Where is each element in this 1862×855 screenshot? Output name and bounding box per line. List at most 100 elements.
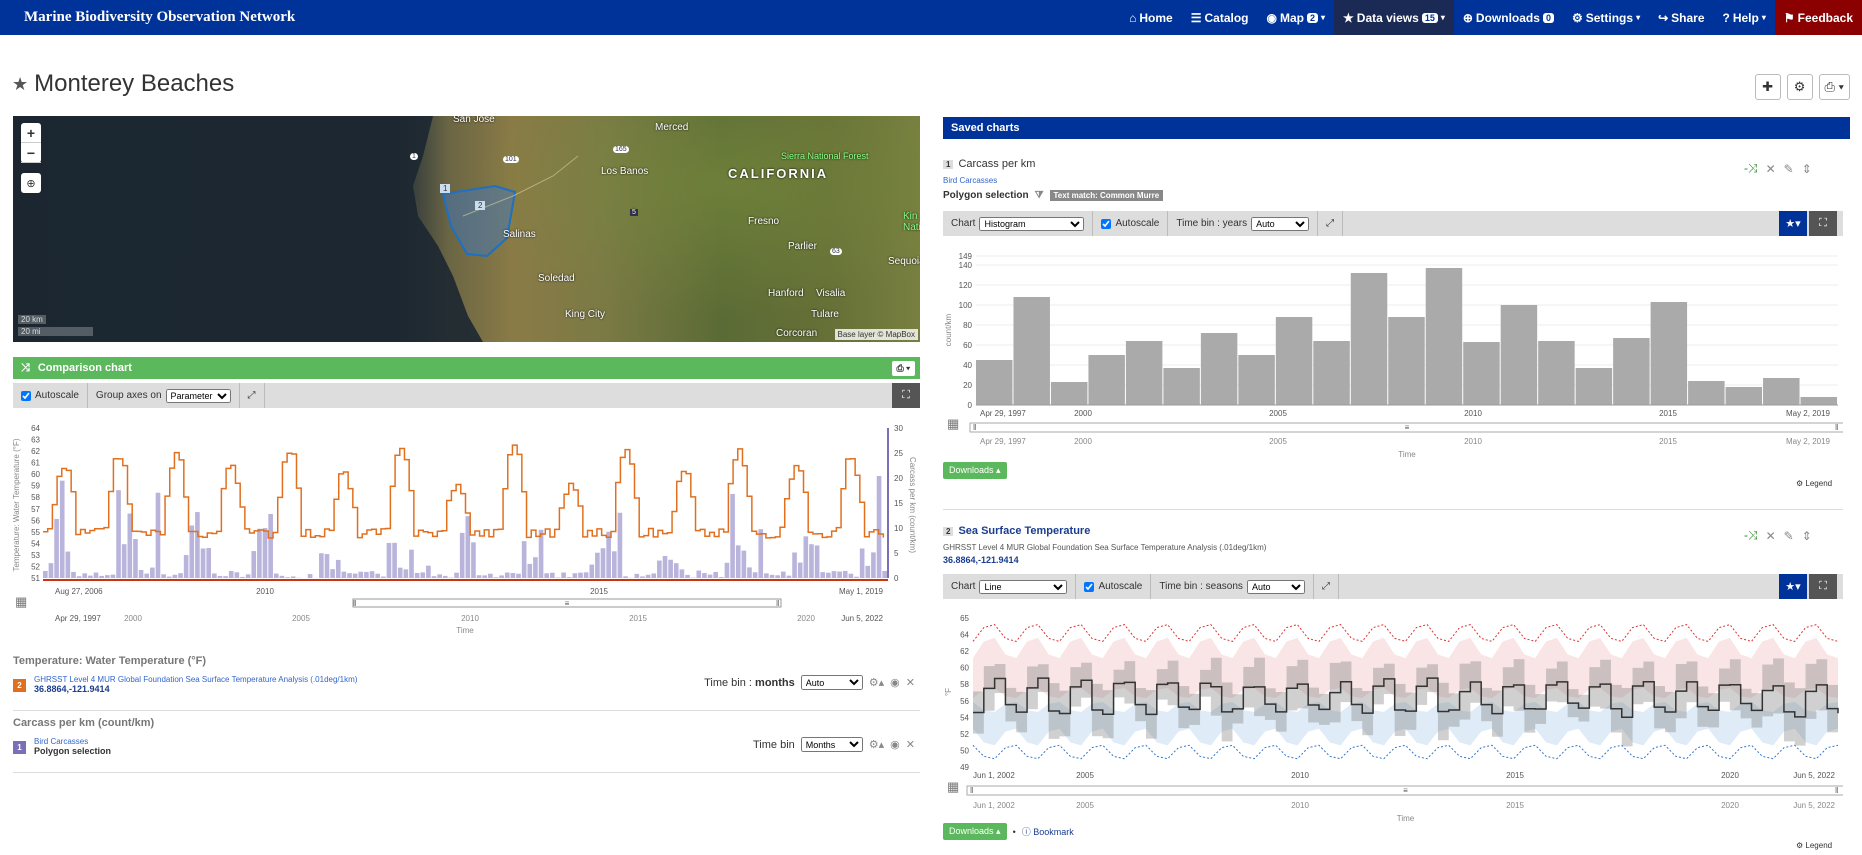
gear-icon: ⚙ [1571,10,1583,25]
y-tick-label: 50 [960,746,969,755]
map[interactable]: + − ⊕ San Jose Merced Los Banos CALIFORN… [13,116,920,342]
brand-title[interactable]: Marine Biodiversity Observation Network [24,9,1120,26]
timebin-select[interactable]: Auto [1246,579,1305,594]
nav-label: Feedback [1797,10,1853,25]
histogram-bar [1538,341,1575,405]
close-icon[interactable]: ✕ [1766,529,1776,543]
expand-icon[interactable]: ⤢ [240,390,264,401]
layer-source-link[interactable]: Bird Carcasses [34,737,111,746]
polygon-label[interactable]: 2 [475,201,486,210]
carcass-bar [764,573,769,578]
settings-button[interactable]: ⚙ [1786,74,1813,100]
chart-type-select[interactable]: Line [979,579,1068,594]
timebin-select[interactable]: Auto [800,675,863,690]
navigator-tick-label: 2005 [292,614,310,623]
nav-catalog[interactable]: ☰ Catalog [1182,0,1258,35]
edit-icon[interactable]: ✎ [1784,162,1794,176]
gear-icon[interactable]: ⚙▴ [869,738,884,751]
chart1-title-text[interactable]: Carcass per km [958,158,1035,170]
gear-icon[interactable]: ⚙▴ [869,676,884,689]
edit-icon[interactable]: ✎ [1784,529,1794,543]
nav-downloads[interactable]: ⊕ Downloads 0 [1454,0,1563,35]
x-tick-label: 2010 [256,587,274,596]
autoscale-checkbox[interactable] [1101,218,1112,229]
chart2-source-link[interactable]: GHRSST Level 4 MUR Global Foundation Sea… [943,543,1266,552]
y-left-tick-label: 63 [31,436,40,445]
nav-help[interactable]: ? Help ▾ [1714,0,1775,35]
calendar-icon[interactable]: ▦ [15,594,27,610]
expand-icon[interactable]: ⤢ [1318,218,1342,229]
zoom-box-icon[interactable]: ⊕ [21,173,41,193]
chart2-title-text[interactable]: Sea Surface Temperature [958,525,1090,537]
autoscale-checkbox[interactable] [21,390,31,401]
layer-location: Polygon selection [34,746,112,756]
autoscale-checkbox[interactable] [1084,581,1095,592]
navigator-tick-label: 2015 [1659,437,1677,446]
downloads-button[interactable]: Downloads ▴ [943,823,1007,840]
group-axes-select[interactable]: Parameter [165,388,231,403]
comparison-chart[interactable]: 6463626160595857565554535251302520151050… [13,420,920,640]
divider [13,772,920,773]
fullscreen-button[interactable]: ⛶ [1809,211,1837,236]
carcass-bar [144,573,150,578]
nav-settings[interactable]: ⚙ Settings ▾ [1563,0,1649,35]
reorder-icon[interactable]: ⇕ [1802,162,1812,176]
star-icon[interactable]: ★ [12,74,28,95]
map-label: Parlier [788,241,817,252]
reorder-icon[interactable]: ⇕ [1802,529,1812,543]
polygon-label[interactable]: 1 [440,184,451,193]
fullscreen-button[interactable]: ⛶ [1809,574,1837,599]
bookmark-star-button[interactable]: ★▾ [1779,211,1807,236]
fullscreen-button[interactable]: ⛶ [892,383,920,408]
bookmark-star-button[interactable]: ★▾ [1779,574,1807,599]
y-tick-label: 58 [960,680,969,689]
legend-link[interactable]: ⚙ Legend [1796,841,1832,850]
nav-share[interactable]: ↪ Share [1649,0,1713,35]
chart1-source-link[interactable]: Bird Carcasses [943,176,997,185]
eye-icon[interactable]: ◉ [890,676,900,689]
y-left-tick-label: 61 [31,459,40,468]
nav-feedback[interactable]: ⚑ Feedback [1774,0,1862,35]
carcass-bar [550,572,555,578]
x-axis-label: Time [1398,450,1416,459]
close-icon[interactable]: ✕ [906,738,915,751]
chart-type-select[interactable]: Histogram [979,216,1085,231]
nav-map[interactable]: ◉ Map 2 ▾ [1258,0,1335,35]
y-right-tick-label: 30 [894,424,903,433]
nav-home[interactable]: ⌂ Home [1120,0,1182,35]
calendar-icon[interactable]: ▦ [947,416,959,432]
expand-icon[interactable]: ⤢ [1314,581,1338,592]
nav-data-views[interactable]: ★ Data views 15 ▾ [1334,0,1454,35]
zoom-in-button[interactable]: + [21,123,41,143]
filter-tag[interactable]: Text match: Common Murre [1049,190,1164,201]
carcass-bar [273,573,279,578]
zoom-out-button[interactable]: − [21,143,41,163]
timebin-select[interactable]: Auto [1251,216,1310,231]
comparison-print-button[interactable]: ⎙ ▾ [891,360,915,376]
carcass-bar [826,572,831,578]
histogram-bar [1763,378,1800,405]
histogram-bar [976,360,1013,405]
y-tick-label: 49 [960,763,969,772]
layer-source-link[interactable]: GHRSST Level 4 MUR Global Foundation Sea… [34,675,357,684]
compare-icon[interactable]: -⤨ [1744,161,1758,176]
histogram-chart[interactable]: 149140 120 100 80 60 40 20 0 count/km Apr 29, 199… [943,250,1843,462]
print-button[interactable]: ⎙ ▾ [1818,74,1850,100]
comparison-title: Comparison chart [37,362,132,374]
legend-link[interactable]: ⚙ Legend [1796,479,1832,488]
bookmark-link[interactable]: ⓘ Bookmark [1022,825,1074,838]
close-icon[interactable]: ✕ [1766,162,1776,176]
calendar-icon[interactable]: ▦ [947,779,959,795]
carcass-bar [212,573,217,578]
add-button[interactable]: ✚ [1754,74,1781,100]
compare-icon[interactable]: -⤨ [1744,528,1758,543]
eye-icon[interactable]: ◉ [890,738,900,751]
carcass-bar [735,545,741,578]
timebin-select[interactable]: Months [800,737,863,752]
carcass-bar [195,512,200,578]
downloads-button[interactable]: Downloads ▴ [943,462,1007,479]
carcass-bar [876,476,882,578]
sst-chart[interactable]: 65 64 62 60 58 56 54 52 50 49 °F Jun 1, 2002 2005 201… [943,612,1843,824]
map-attribution[interactable]: Base layer © MapBox [834,329,918,340]
close-icon[interactable]: ✕ [906,676,915,689]
